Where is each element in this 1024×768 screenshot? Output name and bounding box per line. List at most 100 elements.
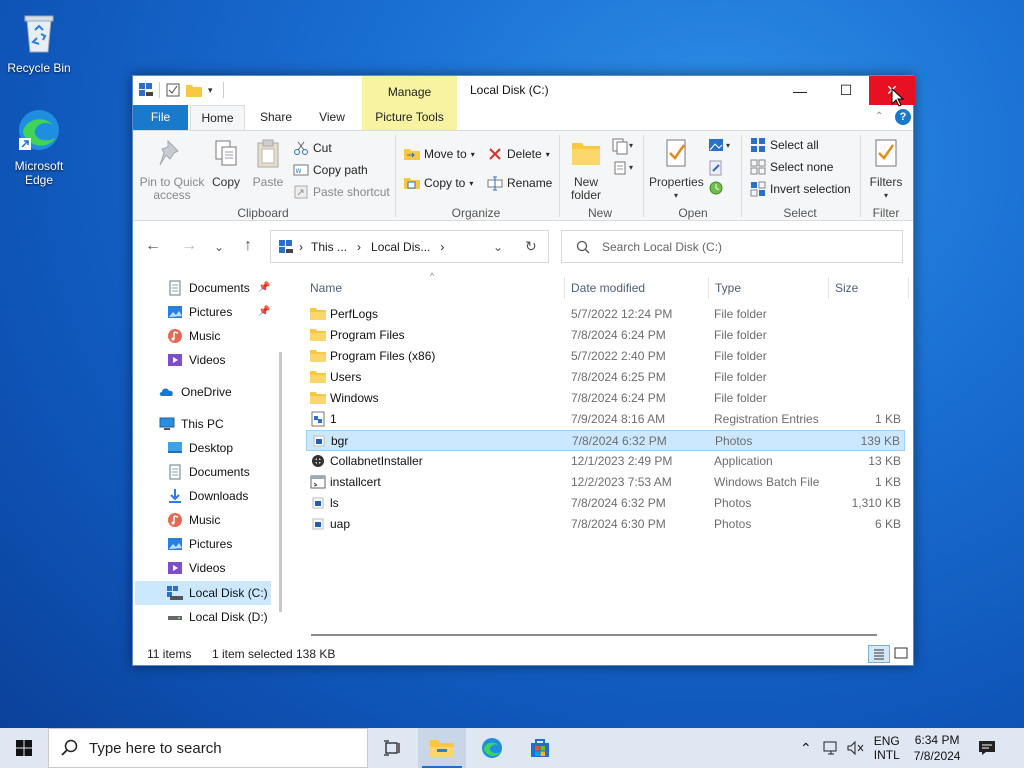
nav-item-documents[interactable]: Documents: [167, 461, 250, 483]
new-item-icon[interactable]: ▾: [611, 137, 635, 158]
search-box[interactable]: Search Local Disk (C:): [561, 230, 903, 263]
volume-muted-icon[interactable]: [846, 740, 864, 756]
minimize-button[interactable]: —: [777, 76, 823, 105]
nav-item-desktop[interactable]: Desktop: [167, 437, 233, 459]
pin-to-quick-access-button[interactable]: Pin to Quick access: [139, 137, 205, 202]
nav-item-music[interactable]: Music: [167, 509, 220, 531]
forward-arrow-icon[interactable]: →: [179, 237, 199, 255]
column-divider[interactable]: [908, 277, 909, 299]
table-row[interactable]: PerfLogs 5/7/2022 12:24 PM File folder: [306, 304, 905, 325]
new-folder-label: New folder: [570, 175, 602, 202]
nav-item-pictures-quick[interactable]: Pictures: [167, 301, 232, 323]
address-bar[interactable]: › This ... › Local Dis... › ⌄ ↻: [270, 230, 549, 263]
refresh-icon[interactable]: ↻: [525, 238, 537, 255]
nav-item-onedrive[interactable]: OneDrive: [159, 381, 232, 403]
select-none-button[interactable]: Select none: [750, 158, 833, 176]
copy-button[interactable]: Copy: [207, 137, 245, 189]
taskbar-file-explorer-button[interactable]: [418, 728, 466, 768]
table-row[interactable]: ls 7/8/2024 6:32 PM Photos 1,310 KB: [306, 493, 905, 514]
qat-dropdown-icon[interactable]: ▾: [208, 85, 213, 96]
table-row[interactable]: Program Files (x86) 5/7/2022 2:40 PM File …: [306, 346, 905, 367]
breadcrumb-local-disk[interactable]: Local Dis...: [371, 240, 430, 254]
maximize-button[interactable]: ☐: [823, 76, 869, 105]
nav-item-videos[interactable]: Videos: [167, 557, 225, 579]
column-divider[interactable]: [564, 277, 565, 299]
table-row[interactable]: uap 7/8/2024 6:30 PM Photos 6 KB: [306, 514, 905, 535]
taskbar-edge-button[interactable]: [470, 728, 514, 768]
keyboard-layout: INTL: [873, 748, 900, 762]
taskbar-search-box[interactable]: Type here to search: [48, 728, 368, 768]
new-folder-icon[interactable]: [186, 83, 202, 97]
taskbar-store-button[interactable]: [518, 728, 562, 768]
paste-button[interactable]: Paste: [249, 137, 287, 189]
notifications-icon[interactable]: [978, 740, 996, 756]
new-folder-button[interactable]: New folder: [567, 137, 605, 202]
pin-icon[interactable]: 📌: [258, 306, 270, 317]
task-view-button[interactable]: [376, 728, 408, 768]
address-dropdown-icon[interactable]: ⌄: [493, 240, 503, 254]
move-to-button[interactable]: Move to ▾: [404, 145, 475, 163]
svg-text:W: W: [296, 168, 302, 175]
column-header-date-modified[interactable]: Date modified: [571, 281, 645, 295]
table-row[interactable]: Users 7/8/2024 6:25 PM File folder: [306, 367, 905, 388]
nav-item-local-disk-c[interactable]: Local Disk (C:): [167, 582, 268, 604]
nav-item-pictures[interactable]: Pictures: [167, 533, 232, 555]
tab-home[interactable]: Home: [190, 105, 245, 130]
column-divider[interactable]: [708, 277, 709, 299]
nav-item-music-quick[interactable]: Music: [167, 325, 220, 347]
nav-item-local-disk-d[interactable]: Local Disk (D:): [167, 606, 268, 628]
input-language-indicator[interactable]: ENG INTL: [874, 734, 900, 762]
pin-icon[interactable]: 📌: [258, 282, 270, 293]
large-icons-view-button[interactable]: [892, 645, 910, 663]
start-button[interactable]: [0, 728, 48, 768]
title-bar[interactable]: ▾ Manage Local Disk (C:) — ☐ ✕: [133, 76, 915, 130]
recent-locations-chevron-icon[interactable]: ⌄: [209, 240, 229, 254]
copy-to-button[interactable]: Copy to ▾: [404, 174, 473, 192]
horizontal-scrollbar[interactable]: [311, 634, 877, 636]
desktop-icon-recycle-bin[interactable]: Recycle Bin: [1, 8, 77, 75]
cut-button[interactable]: Cut: [293, 139, 332, 157]
copy-path-button[interactable]: W Copy path: [293, 161, 368, 179]
table-row[interactable]: CollabnetInstaller 12/1/2023 2:49 PM Appli…: [306, 451, 905, 472]
easy-access-icon[interactable]: ▾: [611, 159, 635, 180]
properties-button[interactable]: Properties ▾: [649, 137, 704, 202]
table-row[interactable]: 1 7/9/2024 8:16 AM Registration Entries 1 K…: [306, 409, 905, 430]
column-divider[interactable]: [828, 277, 829, 299]
history-icon[interactable]: [707, 179, 725, 200]
column-header-name[interactable]: Name: [310, 281, 342, 295]
tab-picture-tools[interactable]: Picture Tools: [362, 105, 457, 130]
back-arrow-icon[interactable]: ←: [143, 237, 163, 255]
open-icon[interactable]: ▾: [707, 137, 735, 158]
collapse-ribbon-icon[interactable]: ⌃: [875, 111, 883, 122]
breadcrumb-this-pc[interactable]: This ...: [311, 240, 347, 254]
desktop-icon-edge[interactable]: Microsoft Edge: [1, 106, 77, 187]
tab-share[interactable]: Share: [251, 105, 301, 130]
nav-item-this-pc[interactable]: This PC: [159, 413, 224, 435]
show-hidden-icons-chevron-icon[interactable]: ⌃: [800, 740, 812, 757]
tab-view[interactable]: View: [307, 105, 357, 130]
network-icon[interactable]: [822, 740, 840, 756]
help-icon[interactable]: ?: [895, 109, 911, 125]
properties-check-icon[interactable]: [166, 83, 180, 97]
up-arrow-icon[interactable]: ↑: [238, 237, 258, 255]
edit-icon[interactable]: [707, 159, 725, 180]
filters-button[interactable]: Filters ▾: [864, 137, 908, 202]
invert-selection-button[interactable]: Invert selection: [750, 180, 851, 198]
navigation-pane-scrollbar[interactable]: [279, 352, 282, 612]
paste-shortcut-button[interactable]: Paste shortcut: [293, 183, 390, 201]
nav-item-videos-quick[interactable]: Videos: [167, 349, 225, 371]
nav-item-documents-quick[interactable]: Documents: [167, 277, 250, 299]
tab-file[interactable]: File: [133, 105, 188, 130]
column-header-type[interactable]: Type: [715, 281, 741, 295]
details-view-button[interactable]: [868, 645, 890, 663]
nav-item-downloads[interactable]: Downloads: [167, 485, 248, 507]
clock[interactable]: 6:34 PM 7/8/2024: [914, 732, 961, 764]
column-header-size[interactable]: Size: [835, 281, 858, 295]
table-row[interactable]: Windows 7/8/2024 6:24 PM File folder: [306, 388, 905, 409]
table-row[interactable]: bgr 7/8/2024 6:32 PM Photos 139 KB: [306, 430, 905, 451]
table-row[interactable]: Program Files 7/8/2024 6:24 PM File folder: [306, 325, 905, 346]
delete-button[interactable]: Delete ▾: [487, 145, 550, 163]
select-all-button[interactable]: Select all: [750, 136, 819, 154]
rename-button[interactable]: Rename: [487, 174, 552, 192]
table-row[interactable]: installcert 12/2/2023 7:53 AM Windows Batc…: [306, 472, 905, 493]
